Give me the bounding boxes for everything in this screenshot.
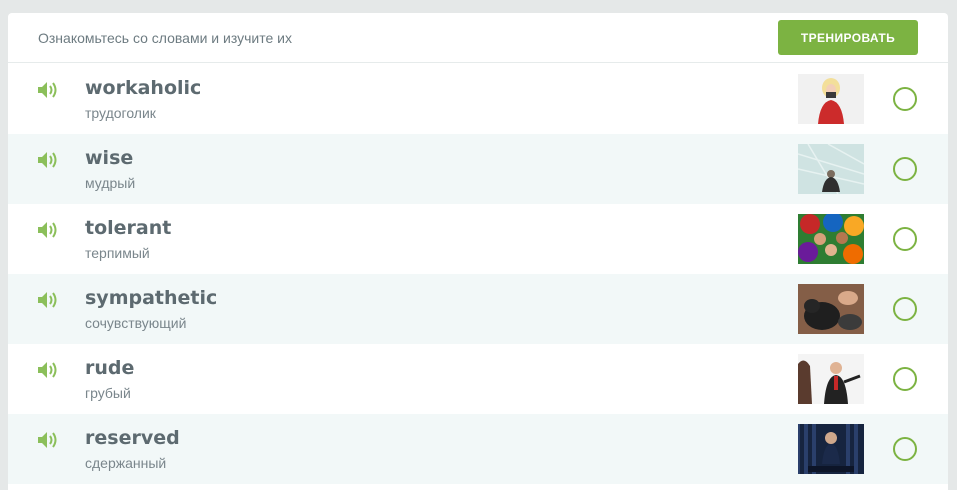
speaker-icon[interactable] — [37, 431, 59, 449]
word-text: reserved — [85, 427, 180, 449]
word-image — [798, 424, 864, 474]
learned-toggle[interactable] — [893, 367, 917, 391]
header-title: Ознакомьтесь со словами и изучите их — [38, 29, 292, 46]
word-translation: трудоголик — [85, 105, 156, 121]
word-row: tolerant терпимый — [8, 204, 948, 274]
learned-toggle[interactable] — [893, 227, 917, 251]
word-translation: грубый — [85, 385, 131, 401]
word-image — [798, 284, 864, 334]
word-translation: мудрый — [85, 175, 136, 191]
word-row: rude грубый — [8, 344, 948, 414]
word-translation: сочувствующий — [85, 315, 187, 331]
word-translation: терпимый — [85, 245, 150, 261]
word-rows: workaholic трудоголик wise мудрый tolera… — [8, 64, 948, 484]
word-text: tolerant — [85, 217, 172, 239]
speaker-icon[interactable] — [37, 361, 59, 379]
word-row: workaholic трудоголик — [8, 64, 948, 134]
speaker-icon[interactable] — [37, 221, 59, 239]
learned-toggle[interactable] — [893, 87, 917, 111]
word-image — [798, 354, 864, 404]
learned-toggle[interactable] — [893, 297, 917, 321]
word-translation: сдержанный — [85, 455, 167, 471]
word-text: rude — [85, 357, 135, 379]
word-list-panel: Ознакомьтесь со словами и изучите их ТРЕ… — [8, 13, 948, 490]
word-row: reserved сдержанный — [8, 414, 948, 484]
panel-header: Ознакомьтесь со словами и изучите их ТРЕ… — [8, 13, 948, 63]
word-text: workaholic — [85, 77, 202, 99]
word-image — [798, 214, 864, 264]
word-row: wise мудрый — [8, 134, 948, 204]
word-image — [798, 74, 864, 124]
learned-toggle[interactable] — [893, 157, 917, 181]
speaker-icon[interactable] — [37, 151, 59, 169]
train-button[interactable]: ТРЕНИРОВАТЬ — [778, 20, 918, 55]
speaker-icon[interactable] — [37, 81, 59, 99]
learned-toggle[interactable] — [893, 437, 917, 461]
word-row: sympathetic сочувствующий — [8, 274, 948, 344]
word-text: sympathetic — [85, 287, 218, 309]
speaker-icon[interactable] — [37, 291, 59, 309]
word-text: wise — [85, 147, 134, 169]
word-image — [798, 144, 864, 194]
